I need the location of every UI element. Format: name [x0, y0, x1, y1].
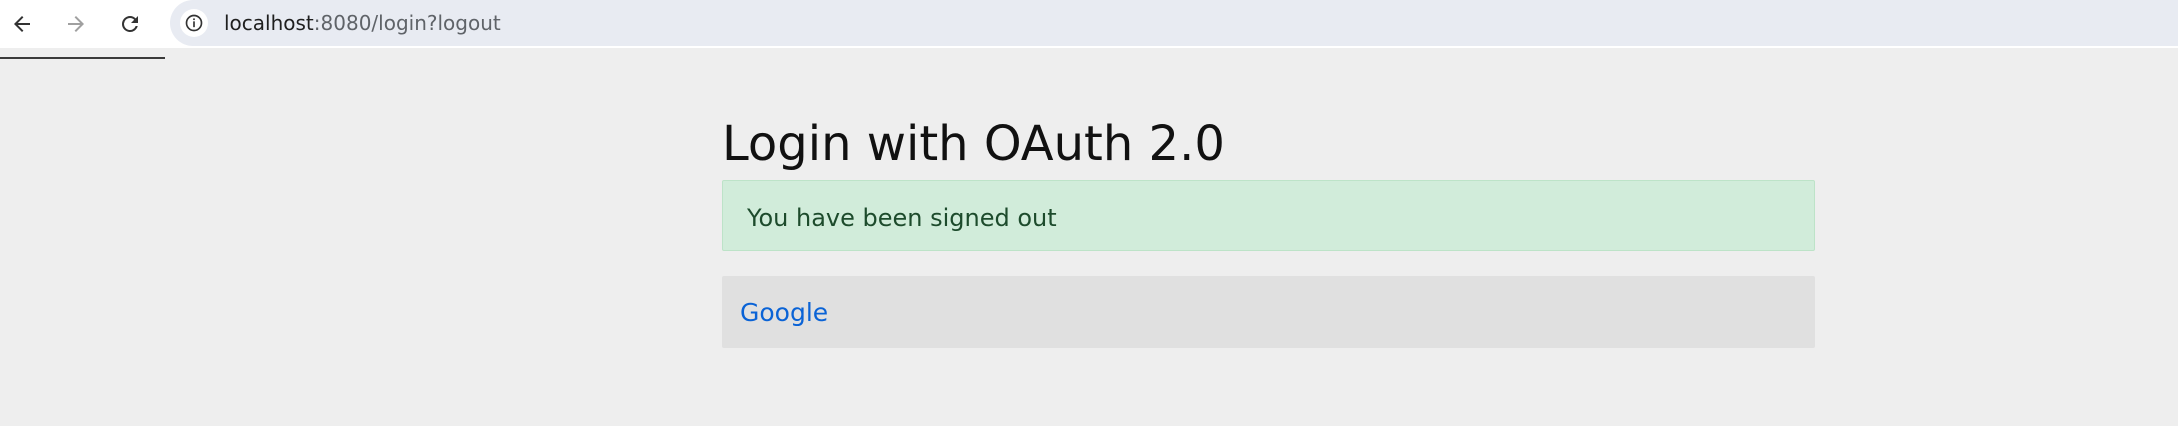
login-container: Login with OAuth 2.0 You have been signe… — [722, 116, 1817, 348]
forward-button[interactable] — [58, 6, 94, 42]
reload-icon — [122, 16, 138, 32]
arrow-left-icon — [14, 16, 30, 32]
address-bar[interactable]: localhost:8080/login?logout — [170, 0, 2178, 46]
page-content: Login with OAuth 2.0 You have been signe… — [0, 59, 2178, 426]
browser-toolbar: localhost:8080/login?logout — [0, 0, 2178, 48]
site-info-button[interactable] — [180, 9, 208, 37]
arrow-right-icon — [68, 16, 84, 32]
provider-list: Google — [722, 276, 1815, 348]
page-title: Login with OAuth 2.0 — [722, 116, 1225, 172]
info-icon — [185, 14, 203, 32]
url-host: localhost — [224, 11, 314, 35]
reload-button[interactable] — [112, 6, 148, 42]
url-text[interactable]: localhost:8080/login?logout — [224, 11, 501, 35]
alert-message: You have been signed out — [747, 204, 1057, 232]
signed-out-alert: You have been signed out — [722, 180, 1815, 251]
url-path: :8080/login?logout — [313, 11, 501, 35]
google-login-link[interactable]: Google — [740, 298, 828, 328]
back-button[interactable] — [4, 6, 40, 42]
